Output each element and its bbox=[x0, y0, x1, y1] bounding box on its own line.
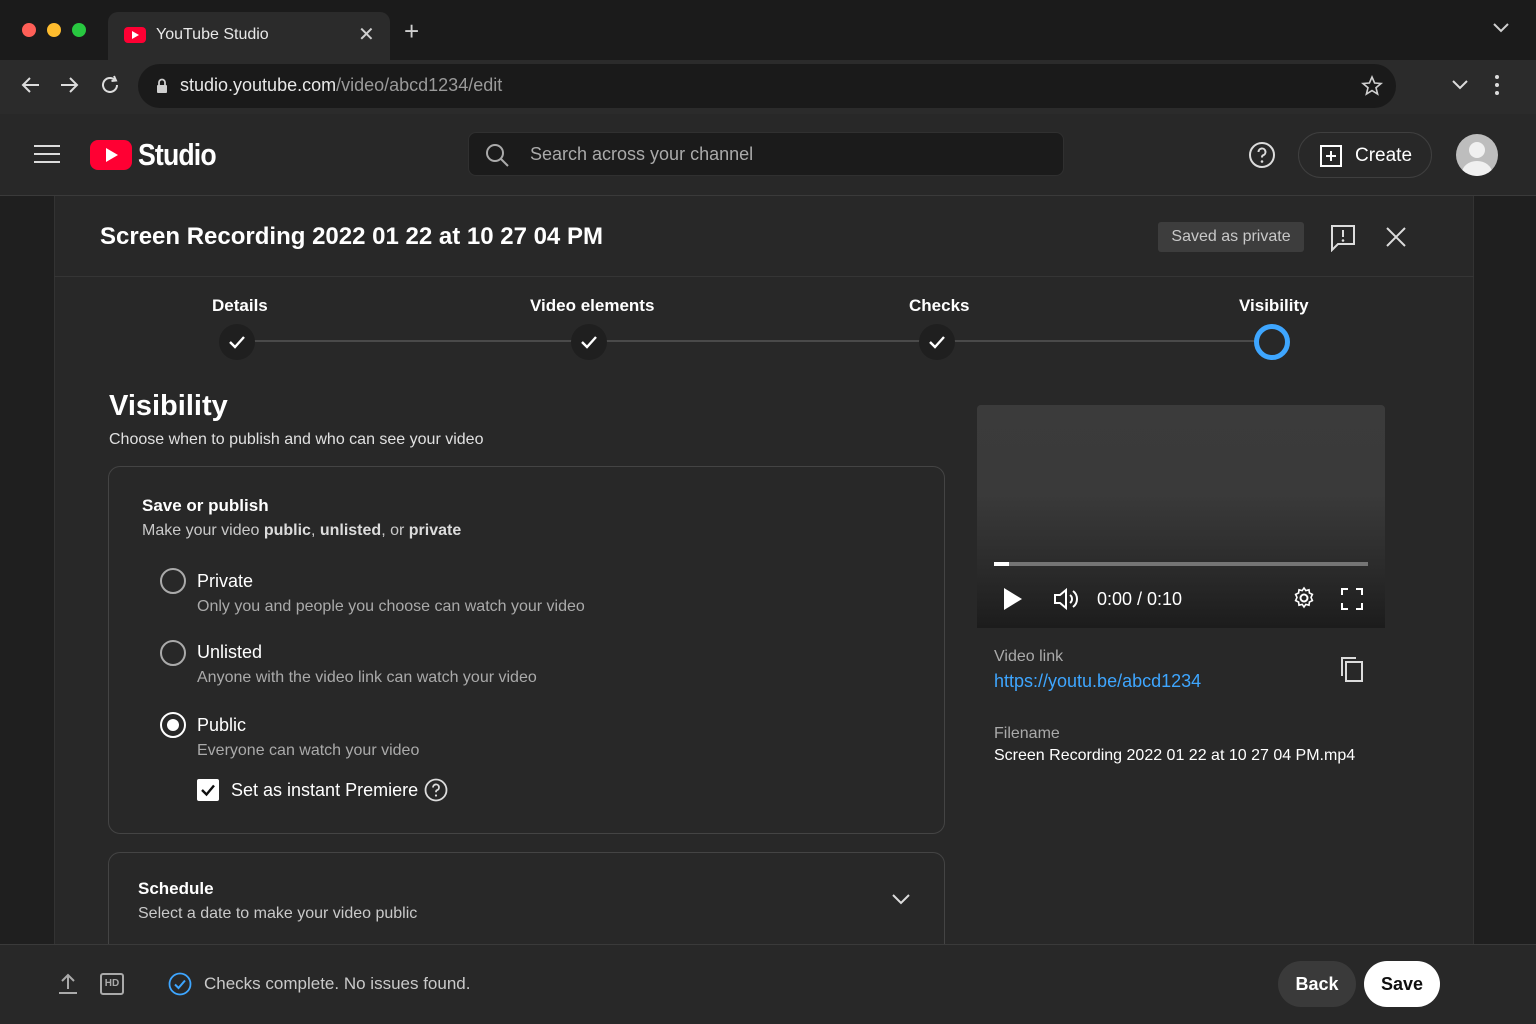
studio-logo-text[interactable]: Studio bbox=[138, 137, 217, 173]
back-arrow-icon[interactable] bbox=[20, 74, 42, 96]
schedule-expand-chevron-icon[interactable] bbox=[890, 891, 912, 907]
window-close-button[interactable] bbox=[22, 23, 36, 37]
add-video-icon bbox=[1320, 145, 1342, 167]
youtube-favicon-icon bbox=[124, 27, 146, 43]
feedback-icon[interactable] bbox=[1330, 224, 1356, 252]
visibility-subtitle: Choose when to publish and who can see y… bbox=[109, 431, 484, 448]
step-visibility-label[interactable]: Visibility bbox=[1239, 296, 1309, 316]
search-icon[interactable] bbox=[484, 142, 510, 168]
video-progress-fill bbox=[994, 562, 1009, 566]
checks-status-text: Checks complete. No issues found. bbox=[204, 974, 471, 993]
option-private-label[interactable]: Private bbox=[197, 571, 253, 592]
instant-premiere-label[interactable]: Set as instant Premiere bbox=[231, 780, 418, 801]
option-private-description: Only you and people you choose can watch… bbox=[197, 598, 585, 615]
browser-tab[interactable]: YouTube Studio ✕ bbox=[108, 12, 390, 60]
window-minimize-button[interactable] bbox=[47, 23, 61, 37]
avatar[interactable] bbox=[1456, 134, 1498, 176]
new-tab-button[interactable]: + bbox=[404, 18, 419, 44]
search-input[interactable] bbox=[530, 140, 1050, 168]
hd-icon[interactable]: HD bbox=[100, 973, 124, 995]
tab-title: YouTube Studio bbox=[156, 26, 269, 43]
filename-value: Screen Recording 2022 01 22 at 10 27 04 … bbox=[994, 747, 1356, 764]
tab-search-chevron-icon[interactable] bbox=[1492, 22, 1510, 34]
schedule-title[interactable]: Schedule bbox=[138, 879, 214, 899]
reload-icon[interactable] bbox=[99, 74, 121, 96]
window-maximize-button[interactable] bbox=[72, 23, 86, 37]
schedule-subtitle: Select a date to make your video public bbox=[138, 905, 418, 922]
browser-tab-bar: YouTube Studio ✕ + bbox=[0, 0, 1536, 60]
step-video-elements-check-icon[interactable] bbox=[571, 324, 607, 360]
create-label: Create bbox=[1355, 145, 1413, 166]
step-visibility-current-indicator[interactable] bbox=[1254, 324, 1290, 360]
menu-icon[interactable] bbox=[34, 145, 60, 165]
youtube-logo-icon[interactable] bbox=[90, 140, 132, 170]
step-details-label[interactable]: Details bbox=[212, 296, 268, 316]
step-checks-label[interactable]: Checks bbox=[909, 296, 969, 316]
settings-gear-icon[interactable] bbox=[1292, 586, 1316, 610]
step-details-check-icon[interactable] bbox=[219, 324, 255, 360]
premiere-help-icon[interactable] bbox=[424, 778, 448, 802]
radio-private[interactable] bbox=[160, 568, 186, 594]
copy-icon[interactable] bbox=[1338, 655, 1366, 683]
play-icon[interactable] bbox=[1000, 586, 1024, 612]
instant-premiere-checkbox[interactable] bbox=[197, 779, 219, 801]
video-link-label: Video link bbox=[994, 648, 1064, 665]
visibility-heading: Visibility bbox=[109, 390, 228, 422]
save-publish-title: Save or publish bbox=[142, 496, 269, 515]
browser-menu-icon[interactable] bbox=[1494, 74, 1500, 96]
saved-status-badge: Saved as private bbox=[1158, 222, 1304, 252]
upload-icon[interactable] bbox=[56, 972, 80, 996]
video-link[interactable]: https://youtu.be/abcd1234 bbox=[994, 671, 1201, 692]
video-progress-bar[interactable] bbox=[994, 562, 1368, 566]
fullscreen-icon[interactable] bbox=[1340, 587, 1364, 611]
title-divider bbox=[54, 276, 1474, 277]
forward-arrow-icon[interactable] bbox=[58, 74, 80, 96]
create-button[interactable]: Create bbox=[1298, 132, 1432, 178]
option-unlisted-label[interactable]: Unlisted bbox=[197, 642, 262, 663]
step-checks-check-icon[interactable] bbox=[919, 324, 955, 360]
url-path: /video/abcd1234/edit bbox=[336, 75, 503, 95]
filename-label: Filename bbox=[994, 725, 1060, 742]
option-public-description: Everyone can watch your video bbox=[197, 742, 420, 759]
volume-icon[interactable] bbox=[1052, 586, 1080, 612]
option-public-label[interactable]: Public bbox=[197, 715, 246, 736]
step-video-elements-label[interactable]: Video elements bbox=[530, 296, 654, 316]
url-text[interactable]: studio.youtube.com/video/abcd1234/edit bbox=[180, 75, 502, 96]
option-unlisted-description: Anyone with the video link can watch you… bbox=[197, 669, 537, 686]
tab-close-icon[interactable]: ✕ bbox=[358, 22, 375, 47]
save-publish-subtitle: Make your video public, unlisted, or pri… bbox=[142, 522, 462, 539]
radio-public[interactable] bbox=[160, 712, 186, 738]
lock-icon[interactable] bbox=[156, 78, 168, 94]
radio-unlisted[interactable] bbox=[160, 640, 186, 666]
stepper-track bbox=[238, 340, 1272, 342]
bookmark-star-icon[interactable] bbox=[1360, 74, 1384, 98]
chevron-down-icon[interactable] bbox=[1450, 78, 1470, 92]
url-host: studio.youtube.com bbox=[180, 75, 337, 95]
close-icon[interactable] bbox=[1384, 225, 1408, 249]
help-icon[interactable] bbox=[1248, 141, 1276, 169]
checks-complete-icon bbox=[168, 972, 192, 996]
video-time: 0:00 / 0:10 bbox=[1097, 589, 1183, 609]
back-button[interactable]: Back bbox=[1278, 961, 1356, 1007]
save-button[interactable]: Save bbox=[1364, 961, 1440, 1007]
dialog-title: Screen Recording 2022 01 22 at 10 27 04 … bbox=[100, 223, 603, 250]
